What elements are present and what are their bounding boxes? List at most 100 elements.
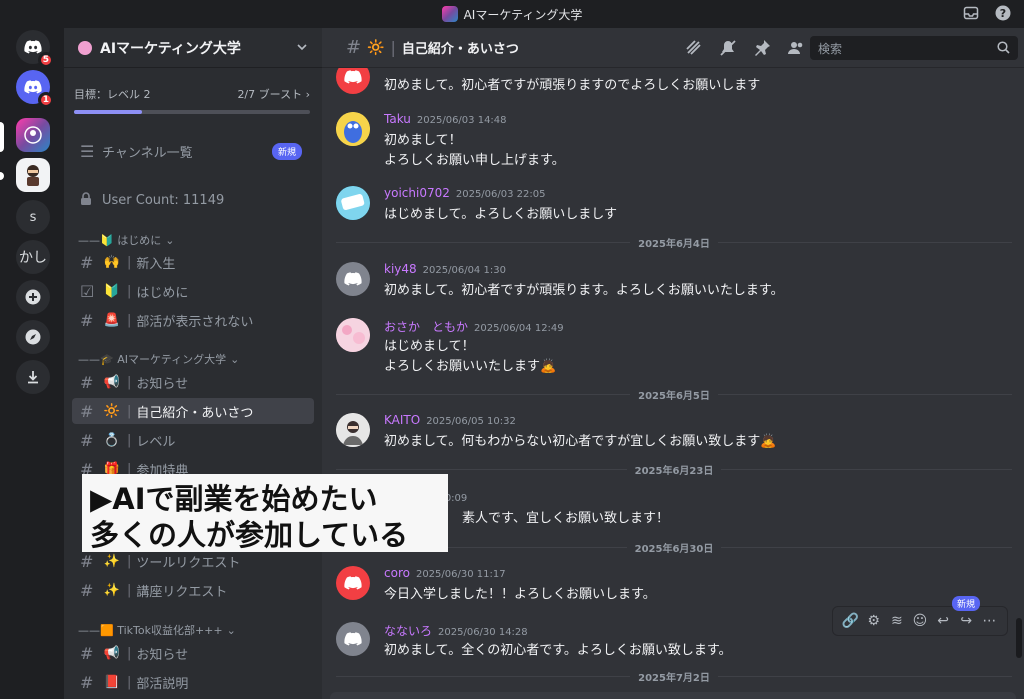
username[interactable]: coro [384,566,410,580]
channel-name: 部活が表示されない [136,314,254,330]
username[interactable]: おさか ともか [384,320,468,334]
channel-oshirase[interactable]: # 📢 | お知らせ [72,369,314,395]
thread-icon[interactable]: ≋ [888,612,906,630]
divider-date: 2025年6月5日 [638,390,710,402]
date-divider: 2025年7月2日 [336,669,1012,684]
channel-course-request[interactable]: # ✨ | 講座リクエスト [72,577,314,603]
server-kashi[interactable]: かし [16,240,50,274]
channel-tiktok-oshirase[interactable]: # 📢 | お知らせ [72,640,314,666]
discord-avatar[interactable] [336,262,370,296]
user-avatar[interactable] [336,413,370,447]
channel-shinnyusei[interactable]: # 🙌 | 新入生 [72,249,314,275]
channel-emoji: 🔆 [367,39,385,56]
timestamp: 2025/06/03 14:48 [416,115,507,126]
message-text: 初めまして。全くの初心者です。よろしくお願い致します。 [384,643,732,658]
threads-icon[interactable] [684,38,704,58]
username[interactable]: なないろ [384,624,432,638]
boost-goal: 目標：レベル 2 [74,88,151,101]
channel-emoji: 🔆 [103,403,121,419]
help-icon[interactable]: ? [994,4,1012,22]
add-reaction-icon[interactable]: ☺ [911,612,929,630]
channel-name: 自己紹介・あいさつ [136,405,254,421]
scrollbar[interactable] [1016,618,1022,658]
hash-icon: # [80,310,94,330]
lock-icon [80,191,102,210]
channel-emoji: 📕 [103,674,121,690]
notification-badge: 5 [37,52,54,68]
pin-icon[interactable] [752,38,772,58]
channel-jikoshokai[interactable]: # 🔆 | 自己紹介・あいさつ [72,398,314,424]
inbox-icon[interactable] [962,4,980,22]
reply-icon[interactable]: ↩ [934,612,952,630]
notification-muted-icon[interactable] [718,38,738,58]
search-input[interactable]: 検索 [810,36,1018,60]
discord-server-icon[interactable]: 1 [16,70,54,108]
guild-header[interactable]: AIマーケティング大学 [64,28,322,68]
members-icon[interactable] [786,38,806,58]
channel-name: お知らせ [136,647,189,663]
username[interactable]: kiy48 [384,262,417,276]
message-text: よろしくお願いいたします🙇 [384,359,557,374]
explore-icon[interactable] [16,320,50,354]
chevron-down-icon: ⌄ [226,623,236,637]
channel-name: お知らせ [136,376,189,392]
boost-progress[interactable]: 目標：レベル 2 2/7 ブースト › [64,68,322,122]
channel-sidebar: AIマーケティング大学 目標：レベル 2 2/7 ブースト › ☰ チャンネル一… [64,28,322,699]
user-avatar[interactable] [336,186,370,220]
chevron-down-icon: ⌄ [165,233,175,247]
svg-text:?: ? [1000,7,1006,20]
chevron-down-icon: ⌄ [230,352,240,366]
message-text: 初めまして。初心者ですが頑張ります。よろしくお願いいたします。 [384,283,784,298]
username[interactable]: Taku [384,112,411,126]
new-badge: 新規 [952,596,981,611]
username[interactable]: KAITO [384,413,420,427]
download-icon[interactable] [16,360,50,394]
add-server-icon[interactable] [16,280,50,314]
username[interactable]: yoichi0702 [384,186,450,200]
discord-avatar[interactable] [336,566,370,600]
hash-icon: # [80,580,94,600]
checklist-icon: ☑ [80,281,95,301]
divider-date: 2025年6月30日 [634,543,714,555]
channel-name: 部活説明 [136,676,189,692]
server-s[interactable]: s [16,200,50,234]
more-icon[interactable]: ⋯ [980,612,998,630]
channel-separator: | [127,432,132,448]
channel-separator: | [127,312,132,328]
guild-icon [78,40,92,55]
channel-separator: | [127,403,132,419]
user-count-label: User Count: 11149 [102,192,225,208]
channel-separator: | [127,645,132,661]
user-avatar[interactable] [336,318,370,352]
category-label: ——🔰 はじめに [78,234,162,247]
user-count-item[interactable]: User Count: 11149 [72,187,314,213]
chevron-down-icon [296,38,308,57]
channel-hajimeni[interactable]: ☑ 🔰 | はじめに [72,278,314,304]
hash-icon: # [80,401,94,421]
channel-bukatsu-setsumei[interactable]: # 📕 | 部活説明 [72,669,314,695]
ninja-server-icon[interactable] [16,158,50,192]
channel-list-item[interactable]: ☰ チャンネル一覧 新規 [72,138,314,164]
channel-list-icon: ☰ [80,141,95,161]
category-tiktok[interactable]: ——🟧 TikTok収益化部+++ ⌄ [78,622,236,638]
discord-avatar[interactable] [336,622,370,656]
link-icon[interactable]: 🔗 [842,612,860,630]
forward-icon[interactable]: ↪ [957,612,975,630]
apps-icon[interactable]: ⚙ [865,612,883,630]
message-composer[interactable] [330,692,1016,699]
channel-emoji: 🚨 [103,312,121,328]
timestamp: 2025/06/04 12:49 [474,323,564,334]
channel-name: 講座リクエスト [136,584,228,600]
new-badge: 新規 [271,142,302,160]
channel-emoji: 📢 [103,374,121,390]
channel-bukatsu[interactable]: # 🚨 | 部活が表示されない [72,307,314,333]
discord-home-icon[interactable]: 5 [16,30,54,68]
category-ai-marketing[interactable]: ——🎓 AIマーケティング大学 ⌄ [78,351,239,367]
channel-level[interactable]: # 💍 | レベル [72,427,314,453]
message-text: 今日入学しました！！よろしくお願いします。 [384,587,656,602]
user-avatar[interactable] [336,112,370,146]
channel-separator: | [390,38,396,57]
category-hajimeni[interactable]: ——🔰 はじめに ⌄ [78,232,174,248]
message-text: はじめまして！ [384,339,475,354]
ai-marketing-server-icon[interactable] [16,118,50,152]
